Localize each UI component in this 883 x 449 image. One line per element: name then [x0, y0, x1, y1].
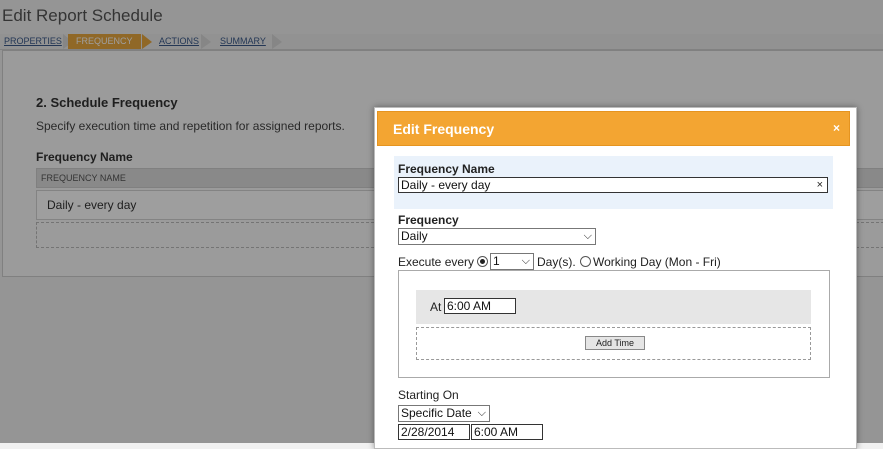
frequency-name-label: Frequency Name: [398, 162, 495, 176]
chevron-down-icon: ⌵: [477, 407, 486, 419]
execute-every-value: 1: [493, 254, 500, 268]
frequency-select[interactable]: Daily ⌵: [398, 228, 596, 245]
frequency-select-value: Daily: [401, 229, 428, 243]
execution-times-box: At 6:00 AM Add Time: [398, 270, 830, 378]
dialog-title: Edit Frequency: [393, 121, 495, 137]
starting-on-label: Starting On: [398, 388, 459, 402]
frequency-name-input[interactable]: Daily - every day ×: [398, 177, 828, 193]
working-day-label: Working Day (Mon - Fri): [593, 255, 721, 269]
starting-on-value: Specific Date: [401, 406, 472, 420]
dialog-header: Edit Frequency ×: [377, 111, 850, 146]
add-time-zone: Add Time: [416, 327, 811, 360]
frequency-label: Frequency: [398, 213, 459, 227]
at-time-value: 6:00 AM: [447, 299, 492, 313]
edit-frequency-dialog: Edit Frequency × Frequency Name Daily - …: [374, 107, 857, 449]
start-time-value: 6:00 AM: [474, 425, 519, 439]
chevron-down-icon: ⌵: [583, 230, 592, 242]
execute-every-radio[interactable]: [477, 256, 488, 267]
chevron-down-icon: ⌵: [521, 255, 530, 267]
start-date-input[interactable]: 2/28/2014: [398, 424, 470, 440]
days-label: Day(s).: [537, 255, 576, 269]
execute-every-label: Execute every: [398, 255, 475, 269]
start-time-input[interactable]: 6:00 AM: [471, 424, 543, 440]
time-row: At 6:00 AM: [416, 290, 811, 324]
at-time-input[interactable]: 6:00 AM: [444, 298, 516, 314]
clear-icon[interactable]: ×: [817, 178, 823, 192]
working-day-radio[interactable]: [580, 256, 591, 267]
execute-every-select[interactable]: 1 ⌵: [490, 253, 534, 270]
frequency-name-value: Daily - every day: [401, 178, 491, 192]
at-label: At: [430, 300, 442, 314]
start-date-value: 2/28/2014: [401, 425, 455, 439]
starting-on-select[interactable]: Specific Date ⌵: [398, 405, 490, 422]
close-icon[interactable]: ×: [833, 121, 840, 135]
add-time-button[interactable]: Add Time: [585, 336, 645, 350]
